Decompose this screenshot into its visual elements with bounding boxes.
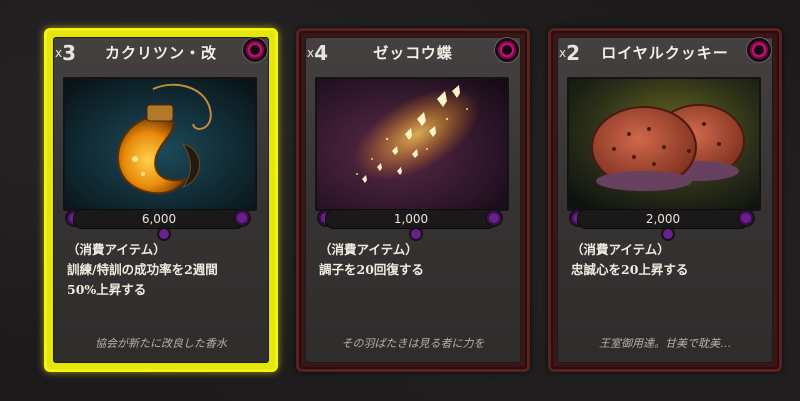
description-line: 忠誠心を20上昇する xyxy=(571,262,689,277)
item-art-glowing-butterflies-icon xyxy=(315,77,509,211)
item-card-zekkou-chou[interactable]: x4 ゼッコウ蝶 1,000 （消費アイテム） 調子を20回復する その羽ばたき… xyxy=(296,28,530,372)
price-right-orb-icon xyxy=(737,209,755,227)
item-description: （消費アイテム） 調子を20回復する xyxy=(319,240,519,280)
item-name: ロイヤルクッキー xyxy=(601,44,729,62)
item-description: （消費アイテム） 忠誠心を20上昇する xyxy=(571,240,771,280)
item-name: ゼッコウ蝶 xyxy=(373,44,453,62)
item-art-cookies-icon xyxy=(567,77,761,211)
item-category: （消費アイテム） xyxy=(67,242,166,257)
rarity-gem-icon xyxy=(243,38,267,62)
description-line: 調子を20回復する xyxy=(319,262,424,277)
divider-ornament-icon xyxy=(661,227,675,241)
rarity-gem-icon xyxy=(495,38,519,62)
flavor-text: その羽ばたきは見る者に力を xyxy=(341,337,485,350)
card-body: x4 ゼッコウ蝶 1,000 （消費アイテム） 調子を20回復する その羽ばたき… xyxy=(305,37,521,363)
item-category: （消費アイテム） xyxy=(571,242,670,257)
card-body: x3 カクリツン・改 6,000 （消費アイテム） 訓練/特訓の成功率を2週間 … xyxy=(53,37,269,363)
description-line: 50%上昇する xyxy=(67,282,147,297)
item-category: （消費アイテム） xyxy=(319,242,418,257)
flavor-text: 王室御用達。甘美で耽美… xyxy=(599,337,731,350)
flavor-text: 協会が新たに改良した香水 xyxy=(95,337,227,350)
divider-ornament-icon xyxy=(409,227,423,241)
item-art-perfume-bottle-icon xyxy=(63,77,257,211)
item-card-royal-cookie[interactable]: x2 ロイヤルクッキー 2,000 （消費アイテム） 忠誠心を20上昇する 王室… xyxy=(548,28,782,372)
price-value: 1,000 xyxy=(325,209,497,229)
rarity-gem-icon xyxy=(747,38,771,62)
description-line: 訓練/特訓の成功率を2週間 xyxy=(67,262,218,277)
price-right-orb-icon xyxy=(485,209,503,227)
price-value: 2,000 xyxy=(577,209,749,229)
item-description: （消費アイテム） 訓練/特訓の成功率を2週間 50%上昇する xyxy=(67,240,267,300)
item-name: カクリツン・改 xyxy=(104,44,217,62)
price-value: 6,000 xyxy=(73,209,245,229)
card-body: x2 ロイヤルクッキー 2,000 （消費アイテム） 忠誠心を20上昇する 王室… xyxy=(557,37,773,363)
divider-ornament-icon xyxy=(157,227,171,241)
price-right-orb-icon xyxy=(233,209,251,227)
item-card-kakuritsun-kai[interactable]: x3 カクリツン・改 6,000 （消費アイテム） 訓練/特訓の成功率を2週間 … xyxy=(44,28,278,372)
